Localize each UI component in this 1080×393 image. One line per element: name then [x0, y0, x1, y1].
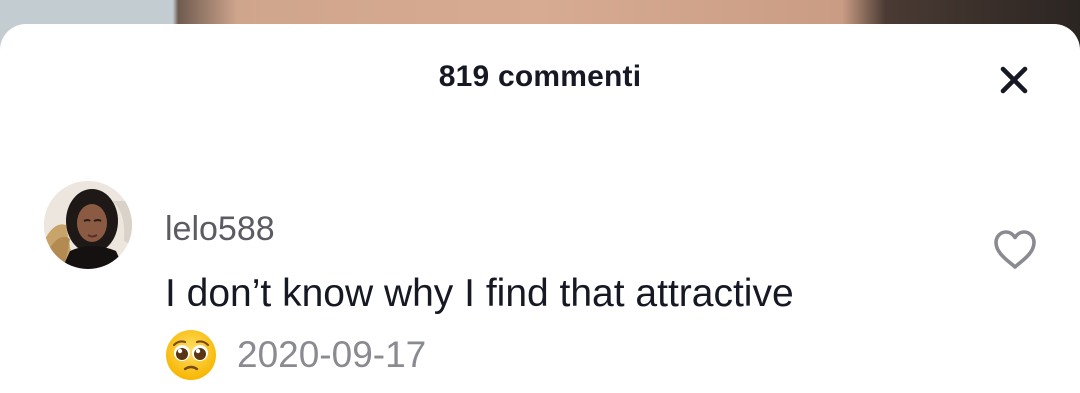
- comments-count-title: 819 commenti: [438, 60, 642, 93]
- heart-outline-icon: [994, 230, 1036, 269]
- comment-meta: 2020-09-17: [165, 330, 426, 380]
- avatar[interactable]: [44, 181, 132, 269]
- comment-date: 2020-09-17: [237, 334, 427, 375]
- like-button[interactable]: [992, 228, 1038, 270]
- close-icon: [1000, 66, 1028, 94]
- pleading-face-emoji-icon: [166, 330, 216, 380]
- comment-item: lelo588 I don’t know why I find that att…: [0, 174, 1080, 380]
- avatar-image: [44, 181, 132, 269]
- close-button[interactable]: [994, 60, 1034, 100]
- comment-text: I don’t know why I find that attractive: [165, 272, 794, 315]
- comment-username[interactable]: lelo588: [165, 210, 275, 249]
- comments-sheet: 819 commenti lelo588 I don’t know why I …: [0, 24, 1080, 393]
